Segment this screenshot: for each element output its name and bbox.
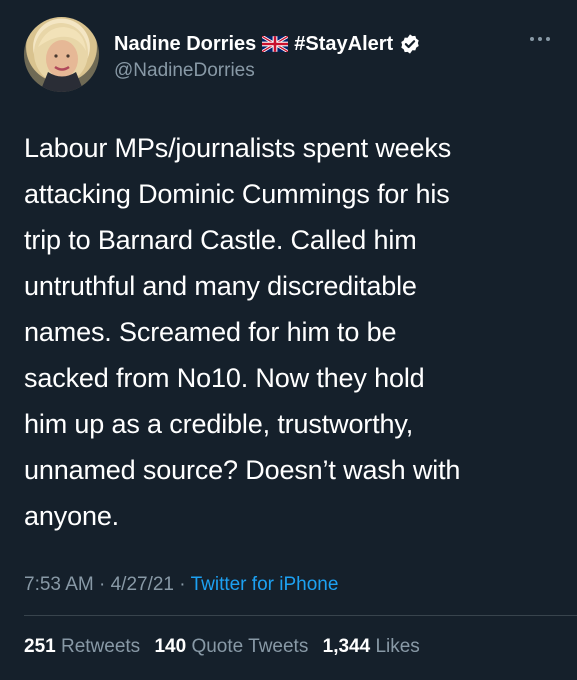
retweets-count: 251 [24,636,56,657]
tweet-text: Labour MPs/journalists spent weeks attac… [24,133,461,531]
retweets-stat[interactable]: 251 Retweets [24,636,145,657]
retweets-label: Retweets [60,636,141,657]
tweet-source[interactable]: Twitter for iPhone [191,574,339,595]
likes-stat[interactable]: 1,344 Likes [323,636,420,657]
uk-flag-icon [261,34,290,54]
avatar-portrait [34,23,88,92]
verified-badge-icon [399,33,421,55]
author-avatar[interactable] [24,17,99,92]
likes-count: 1,344 [322,636,371,657]
author-handle[interactable]: @NadineDorries [114,60,255,82]
divider [24,615,577,616]
author-display-name[interactable]: Nadine Dorries [114,33,256,56]
tweet-time[interactable]: 7:53 AM [24,574,94,595]
tweet-meta: 7:53 AM · 4/27/21 · Twitter for iPhone [24,574,338,596]
tweet-date[interactable]: 4/27/21 [111,574,174,595]
quote-tweets-stat[interactable]: 140 Quote Tweets [154,636,313,657]
quote-tweets-count: 140 [154,636,187,657]
author-name-row: Nadine Dorries #StayAlert [114,30,421,58]
meta-separator: · [179,574,186,595]
likes-label: Likes [375,636,420,657]
tweet-card: Nadine Dorries #StayAlert @NadineDorries [0,0,577,680]
tweet-stats: 251 Retweets 140 Quote Tweets 1,344 Like… [24,636,429,658]
more-options-icon[interactable] [528,32,552,46]
author-hashtag: #StayAlert [294,32,394,55]
meta-separator: · [99,574,106,595]
quote-tweets-label: Quote Tweets [191,636,309,657]
